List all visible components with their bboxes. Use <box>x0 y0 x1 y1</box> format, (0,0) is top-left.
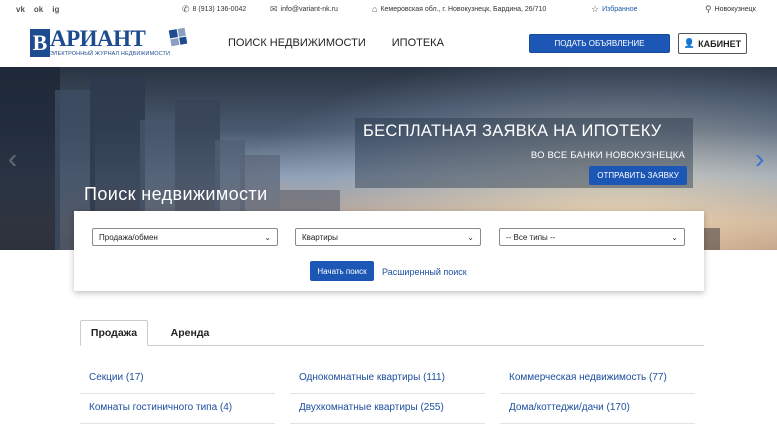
tab-sale[interactable]: Продажа <box>80 320 148 346</box>
odnoklassniki-icon[interactable]: ok <box>34 5 43 14</box>
category-link[interactable]: Дома/коттеджи/дачи (170) <box>500 394 695 424</box>
user-icon: 👤 <box>683 38 696 48</box>
mortgage-promo: БЕСПЛАТНАЯ ЗАЯВКА НА ИПОТЕКУ ВО ВСЕ БАНК… <box>355 118 693 188</box>
start-search-button[interactable]: Начать поиск <box>310 261 374 281</box>
property-type-select[interactable]: Квартиры ⌄ <box>295 228 481 246</box>
phone-contact[interactable]: ✆ 8 (913) 136-0042 <box>182 4 247 14</box>
instagram-icon[interactable]: ig <box>52 5 59 14</box>
address-contact: ⌂ Кемеровская обл., г. Новокузнецк, Бард… <box>372 4 547 14</box>
category-link[interactable]: Комнаты гостиничного типа (4) <box>80 394 275 424</box>
email-address[interactable]: info@variant-nk.ru <box>281 6 338 13</box>
header: В АРИАНТ ЭЛЕКТРОННЫЙ ЖУРНАЛ НЕДВИЖИМОСТИ… <box>0 20 777 67</box>
cabinet-label: КАБИНЕТ <box>698 38 742 49</box>
chevron-down-icon: ⌄ <box>671 232 678 242</box>
home-icon: ⌂ <box>372 4 378 14</box>
chevron-down-icon: ⌄ <box>467 232 474 242</box>
favorites-label[interactable]: Избранное <box>602 6 637 13</box>
nav-item-search[interactable]: ПОИСК НЕДВИЖИМОСТИ <box>228 37 366 49</box>
address-text: Кемеровская обл., г. Новокузнецк, Бардин… <box>380 5 547 13</box>
logo-squares-icon <box>168 27 188 47</box>
logo-letter: В <box>30 29 50 57</box>
logo-subtitle: ЭЛЕКТРОННЫЙ ЖУРНАЛ НЕДВИЖИМОСТИ <box>50 51 171 57</box>
search-panel: Продажа/обмен ⌄ Квартиры ⌄ -- Все типы -- ⌄… <box>74 211 704 291</box>
deal-type-select[interactable]: Продажа/обмен ⌄ <box>92 228 278 246</box>
chevron-down-icon: ⌄ <box>264 232 271 242</box>
post-ad-button[interactable]: ПОДАТЬ ОБЪЯВЛЕНИЕ <box>529 34 670 53</box>
category-link[interactable]: Коммерческая недвижимость (77) <box>500 364 695 394</box>
advanced-search-link[interactable]: Расширенный поиск <box>382 267 467 277</box>
carousel-prev-arrow-icon[interactable]: ‹ <box>8 143 17 175</box>
promo-subtitle: ВО ВСЕ БАНКИ НОВОКУЗНЕЦКА <box>530 150 685 161</box>
vk-icon[interactable]: vk <box>16 5 25 14</box>
send-request-button[interactable]: ОТПРАВИТЬ ЗАЯВКУ <box>589 166 687 185</box>
star-icon: ☆ <box>591 4 600 14</box>
email-contact[interactable]: ✉ info@variant-nk.ru <box>270 4 338 14</box>
main-nav: ПОИСК НЕДВИЖИМОСТИ ИПОТЕКА <box>228 37 444 49</box>
phone-icon: ✆ <box>182 4 190 14</box>
subtype-select[interactable]: -- Все типы -- ⌄ <box>499 228 685 246</box>
logo-word: АРИАНТ <box>50 26 146 51</box>
email-icon: ✉ <box>270 4 278 14</box>
phone-number[interactable]: 8 (913) 136-0042 <box>193 6 247 13</box>
category-link[interactable]: Однокомнатные квартиры (111) <box>290 364 485 394</box>
search-heading: Поиск недвижимости <box>84 184 268 204</box>
favorites-link[interactable]: ☆ Избранное <box>591 4 638 14</box>
top-bar: vk ok ig ✆ 8 (913) 136-0042 ✉ info@varia… <box>0 0 777 20</box>
location-pin-icon: ⚲ <box>705 4 712 14</box>
tab-rent[interactable]: Аренда <box>154 320 226 346</box>
site-logo[interactable]: В АРИАНТ ЭЛЕКТРОННЫЙ ЖУРНАЛ НЕДВИЖИМОСТИ <box>30 26 190 60</box>
social-links: vk ok ig <box>16 5 59 14</box>
city-label[interactable]: Новокузнецк <box>715 6 756 13</box>
deal-tabs: Продажа Аренда <box>80 320 704 346</box>
nav-item-mortgage[interactable]: ИПОТЕКА <box>392 37 444 49</box>
cabinet-button[interactable]: 👤 КАБИНЕТ <box>678 33 747 54</box>
city-selector[interactable]: ⚲ Новокузнецк <box>705 4 756 14</box>
carousel-next-arrow-icon[interactable]: › <box>755 143 764 175</box>
category-link[interactable]: Двухкомнатные квартиры (255) <box>290 394 485 424</box>
category-link[interactable]: Секции (17) <box>80 364 275 394</box>
promo-title: БЕСПЛАТНАЯ ЗАЯВКА НА ИПОТЕКУ <box>363 122 662 140</box>
